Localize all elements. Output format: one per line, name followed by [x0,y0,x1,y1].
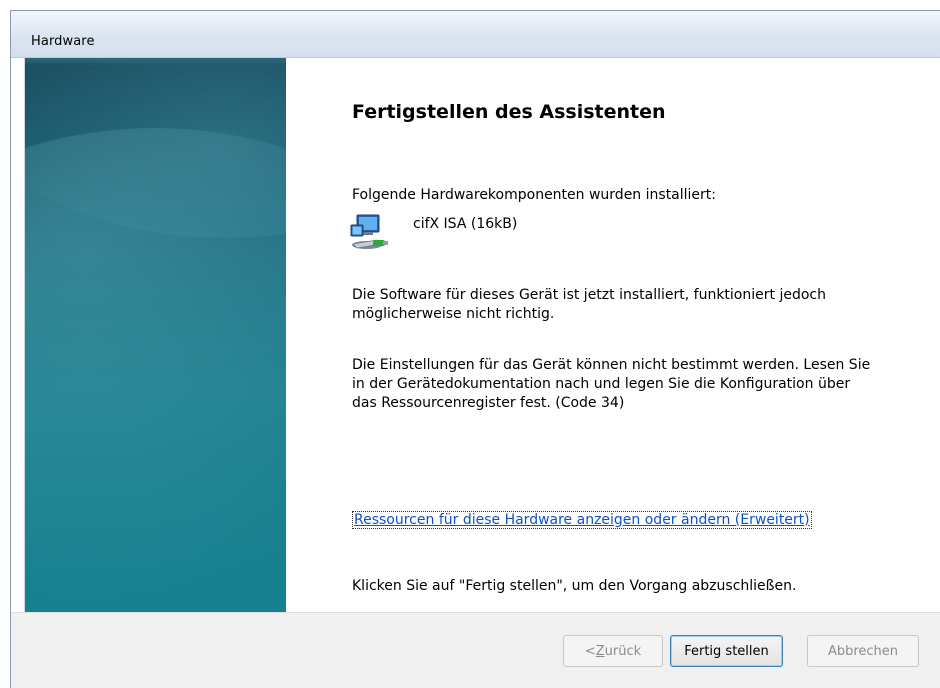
wizard-window: Hardware Fertigstellen des Assistenten F… [10,10,940,688]
wizard-main-panel: Fertigstellen des Assistenten Folgende H… [341,58,921,612]
back-button-prefix: < [584,643,596,659]
error-message: Die Einstellungen für das Gerät können n… [352,357,871,411]
page-title: Fertigstellen des Assistenten [352,101,666,123]
resources-link[interactable]: Ressourcen für diese Hardware anzeigen o… [352,511,812,529]
back-button[interactable]: < Zurück [563,635,663,667]
finish-instruction-text: Klicken Sie auf "Fertig stellen", um den… [352,578,797,594]
device-name: cifX ISA (16kB) [413,216,518,232]
back-button-mnemonic: Z [595,643,605,659]
banner-decoration [25,128,286,612]
cancel-button[interactable]: Abbrechen [807,635,919,667]
network-computer-icon [350,214,388,249]
wizard-side-banner [24,58,286,612]
window-title: Hardware [31,34,95,49]
footer-divider [11,612,940,613]
banner-decoration [25,58,286,66]
wizard-content: Fertigstellen des Assistenten Folgende H… [11,58,940,612]
installed-intro-text: Folgende Hardwarekomponenten wurden inst… [352,187,716,203]
status-message: Die Software für dieses Gerät ist jetzt … [352,287,826,322]
back-button-label: urück [604,643,642,659]
finish-button[interactable]: Fertig stellen [670,635,783,667]
title-bar[interactable]: Hardware [11,11,940,58]
